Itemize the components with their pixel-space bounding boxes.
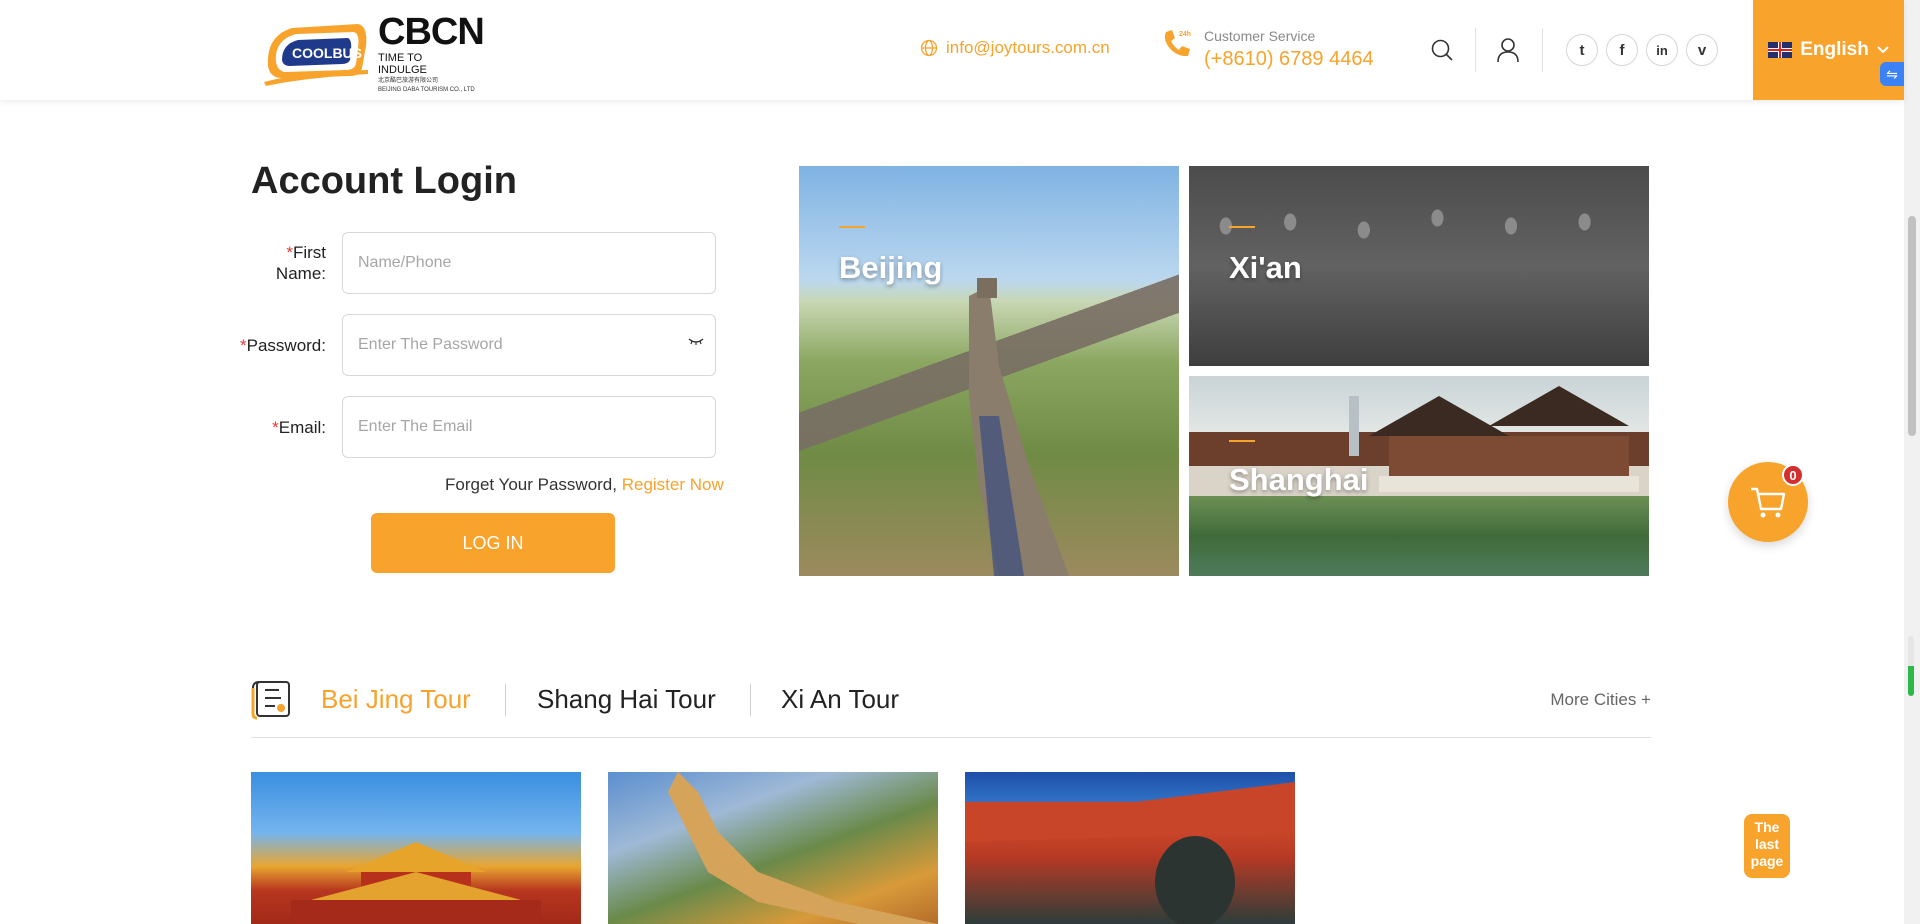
page-scrollbar[interactable] [1904,0,1920,924]
password-input[interactable] [342,314,716,376]
email-link[interactable]: info@joytours.com.cn [946,38,1110,58]
great-wall-card-image [668,772,938,924]
email-input[interactable] [342,396,716,458]
phone-number[interactable]: (+8610) 6789 4464 [1204,46,1374,72]
logo-text: CBCN TIME TO INDULGE 北京酷巴旅游有限公司 BEIJING … [378,11,485,94]
logo-tagline-1: TIME TO [378,52,423,64]
map-route-icon [251,681,290,720]
password-label: *Password: [240,335,326,355]
city-tile-shanghai[interactable]: Shanghai [1189,376,1649,576]
forgot-password-link[interactable]: Forget Your Password, [445,475,617,494]
customer-service[interactable]: 24h Customer Service (+8610) 6789 4464 [1160,26,1374,72]
eye-closed-icon[interactable] [688,336,704,346]
svg-text:24h: 24h [1179,31,1191,38]
linkedin-icon: in [1656,42,1668,58]
site-header: COOLBUS CBCN TIME TO INDULGE 北京酷巴旅游有限公司 … [0,0,1904,100]
email-row: *Email: [240,396,716,458]
password-row: *Password: [240,314,716,376]
city-accent-line [839,226,865,228]
tour-tabs: Bei Jing Tour Shang Hai Tour Xi An Tour … [251,672,1651,738]
last-page-label: The [1754,819,1780,835]
search-icon [1431,39,1453,61]
logo-english-name: BEIJING DABA TOURISM CO., LTD [378,87,475,93]
city-name: Xi'an [1229,250,1302,285]
cart-count-badge: 0 [1782,464,1804,486]
account-button[interactable] [1488,30,1528,70]
chevron-down-icon [1877,46,1889,54]
facebook-button[interactable]: f [1606,34,1638,66]
city-accent-line [1229,226,1255,228]
header-divider [1475,28,1476,72]
city-tile-xian[interactable]: Xi'an [1189,166,1649,366]
tab-beijing-tour[interactable]: Bei Jing Tour [321,684,471,715]
forbidden-city-image [291,842,541,924]
search-button[interactable] [1422,30,1462,70]
tab-shanghai-tour[interactable]: Shang Hai Tour [537,684,716,715]
vimeo-button[interactable]: v [1686,34,1718,66]
customer-service-label: Customer Service [1204,28,1316,44]
forgot-register-line: Forget Your Password, Register Now [445,475,724,495]
tour-card[interactable] [965,772,1295,924]
password-field-wrap [342,314,716,376]
facebook-icon: f [1619,41,1625,59]
login-button[interactable]: LOG IN [371,513,615,573]
first-name-row: *First Name: [240,232,716,294]
header-divider [1542,28,1543,72]
logo-chinese-name: 北京酷巴旅游有限公司 [378,78,439,84]
city-name: Shanghai [1229,462,1369,497]
linkedin-button[interactable]: in [1646,34,1678,66]
uk-flag-icon [1768,42,1793,58]
coolbus-logo-icon: COOLBUS [264,24,368,86]
cart-icon [1751,487,1786,518]
vimeo-icon: v [1697,41,1707,59]
translate-icon[interactable]: ⇋ [1880,62,1904,86]
tour-card[interactable] [251,772,581,924]
tab-divider [750,684,751,716]
scrollbar-thumb[interactable] [1908,216,1916,436]
last-page-label: page [1750,853,1784,869]
last-page-label: last [1754,836,1780,852]
twitter-button[interactable]: t [1566,34,1598,66]
city-name: Beijing [839,250,943,285]
city-accent-line [1229,440,1255,442]
register-now-link[interactable]: Register Now [622,475,724,494]
page-title: Account Login [251,160,517,202]
first-name-input[interactable] [342,232,716,294]
tour-card[interactable] [608,772,938,924]
last-page-button[interactable]: The last page [1744,814,1790,878]
tab-xian-tour[interactable]: Xi An Tour [781,684,899,715]
temple-lion-image [965,782,1295,924]
phone-24h-icon: 24h [1164,30,1191,57]
tab-divider [505,684,506,716]
globe-icon [920,39,938,57]
site-logo[interactable]: COOLBUS CBCN TIME TO INDULGE 北京酷巴旅游有限公司 … [262,12,485,93]
scroll-progress-indicator [1908,636,1914,696]
logo-name: CBCN [378,11,485,53]
header-email[interactable]: info@joytours.com.cn [920,38,1110,58]
first-name-label: *First Name: [275,243,326,283]
svg-text:COOLBUS: COOLBUS [292,45,362,61]
language-selector[interactable]: English [1753,0,1904,100]
language-label: English [1800,39,1869,60]
more-cities-link[interactable]: More Cities + [1550,690,1651,710]
city-tile-beijing[interactable]: Beijing [799,166,1179,576]
user-icon [1497,38,1519,63]
logo-tagline-2: INDULGE [378,64,427,76]
twitter-icon: t [1579,41,1585,59]
email-label: *Email: [272,417,326,437]
